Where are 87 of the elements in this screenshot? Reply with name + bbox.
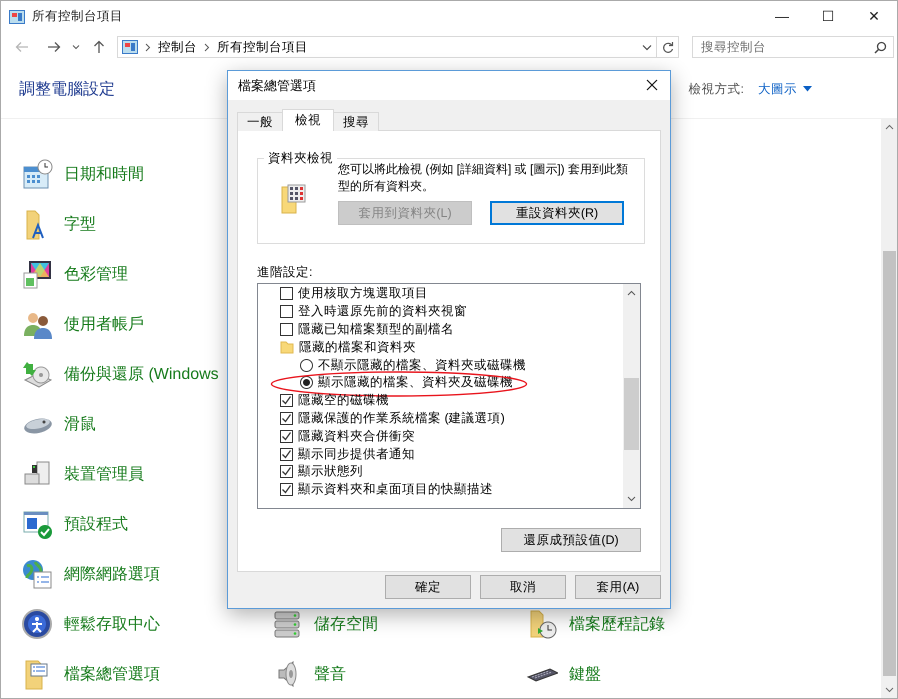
restore-defaults-button[interactable]: 還原成預設值(D)	[501, 528, 641, 552]
tab[interactable]: 檢視	[282, 109, 334, 131]
option-label: 不顯示隱藏的檔案、資料夾或磁碟機	[318, 356, 526, 374]
control-panel-link[interactable]: 聲音	[314, 664, 346, 684]
option-label: 使用核取方塊選取項目	[298, 285, 428, 302]
option-label: 隱藏保護的作業系統檔案 (建議選項)	[298, 410, 505, 427]
group-label: 資料夾檢視	[267, 150, 334, 167]
option-label: 顯示狀態列	[298, 463, 363, 480]
window-title: 所有控制台項目	[32, 8, 124, 25]
caret-down-icon	[803, 86, 812, 92]
folder-icon	[280, 340, 294, 354]
scrollbar[interactable]	[881, 119, 897, 698]
dialog-button[interactable]: 套用(A)	[575, 575, 661, 599]
scroll-down-icon	[884, 685, 894, 694]
option-label: 隱藏空的磁碟機	[298, 392, 389, 410]
option-label: 隱藏的檔案和資料夾	[299, 338, 416, 356]
scrollbar[interactable]	[623, 284, 640, 508]
maximize-button[interactable]: ☐	[805, 1, 851, 32]
caret-icon	[72, 44, 80, 50]
radio-button[interactable]	[300, 358, 313, 372]
checkbox[interactable]	[280, 322, 293, 336]
control-panel-link[interactable]: 檔案總管選項	[64, 664, 160, 684]
checkbox[interactable]	[280, 448, 293, 461]
dialog-button[interactable]: 取消	[480, 575, 566, 599]
checkbox[interactable]	[280, 465, 293, 478]
checkbox[interactable]	[280, 483, 293, 496]
control-panel-link[interactable]: 鍵盤	[569, 664, 601, 684]
forward-arrow-icon	[47, 41, 61, 53]
chevron-icon	[204, 42, 210, 52]
checkbox[interactable]	[280, 412, 293, 425]
refresh-button[interactable]	[657, 36, 679, 58]
control-panel-icon	[9, 10, 25, 24]
checkbox[interactable]	[280, 305, 293, 318]
control-panel-link[interactable]: 備份與還原 (Windows	[64, 364, 219, 384]
view-by-label: 檢視方式:	[688, 80, 744, 98]
section-label: 進階設定:	[257, 264, 314, 280]
close-icon	[646, 79, 658, 91]
control-panel-link[interactable]: 儲存空間	[314, 614, 378, 634]
scroll-up-icon	[627, 289, 636, 298]
address-bar[interactable]: 控制台 所有控制台項目	[117, 36, 657, 58]
minimize-button[interactable]: —	[759, 0, 805, 32]
tab[interactable]: 一般	[237, 112, 283, 131]
globe-list-icon	[21, 558, 53, 590]
chevron-icon	[145, 42, 151, 52]
scroll-up-icon	[884, 123, 894, 132]
option-label: 隱藏已知檔案類型的副檔名	[298, 320, 454, 338]
keyboard-icon	[526, 666, 558, 682]
checkbox[interactable]	[280, 394, 293, 408]
control-panel-link[interactable]: 滑鼠	[64, 414, 96, 434]
control-panel-link[interactable]: 預設程式	[64, 514, 128, 534]
dialog-title: 檔案總管選項	[238, 76, 317, 94]
control-panel-link[interactable]: 檔案歷程記錄	[569, 614, 665, 634]
scroll-down-icon	[627, 494, 636, 503]
tab[interactable]: 搜尋	[333, 112, 379, 131]
dialog-button[interactable]: 確定	[385, 575, 471, 599]
checkbox[interactable]	[280, 287, 293, 300]
radio-button[interactable]	[300, 376, 313, 390]
control-panel-link[interactable]: 字型	[64, 214, 96, 234]
dropdown-caret-icon	[642, 44, 652, 50]
option-label: 登入時還原先前的資料夾視窗	[298, 303, 467, 320]
control-panel-link[interactable]: 使用者帳戶	[64, 314, 144, 334]
option-label: 隱藏資料夾合併衝突	[298, 428, 415, 445]
folder-view-button[interactable]: 重設資料夾(R)	[490, 201, 624, 225]
control-panel-icon	[122, 40, 138, 54]
search-icon	[874, 41, 887, 54]
option-label: 顯示資料夾和桌面項目的快顯描述	[298, 481, 493, 498]
up-arrow-icon	[93, 40, 105, 54]
folder-grid-icon	[280, 183, 306, 215]
control-panel-link[interactable]: 日期和時間	[64, 164, 144, 184]
view-by-dropdown[interactable]: 大圖示	[758, 80, 812, 98]
accessibility-icon	[21, 608, 53, 640]
checkbox[interactable]	[280, 430, 293, 443]
control-panel-link[interactable]: 裝置管理員	[64, 464, 144, 484]
close-button[interactable]: ✕	[851, 1, 897, 32]
breadcrumb[interactable]: 控制台	[158, 38, 197, 56]
calendar-clock-icon	[21, 158, 53, 190]
breadcrumb[interactable]: 所有控制台項目	[217, 38, 308, 56]
monitor-icon	[21, 258, 53, 290]
control-panel-link[interactable]: 輕鬆存取中心	[64, 614, 160, 634]
description-text: 您可以將此檢視 (例如 [詳細資料] 或 [圖示]) 套用到此類型的所有資料夾。	[338, 161, 628, 195]
control-panel-link[interactable]: 色彩管理	[64, 264, 128, 284]
control-panel-link[interactable]: 網際網路選項	[64, 564, 160, 584]
back-arrow-icon	[15, 41, 29, 53]
refresh-icon	[662, 40, 674, 54]
search-field[interactable]: 搜尋控制台	[692, 36, 894, 58]
page-heading: 調整電腦設定	[19, 80, 115, 100]
option-label: 顯示同步提供者通知	[298, 446, 415, 463]
